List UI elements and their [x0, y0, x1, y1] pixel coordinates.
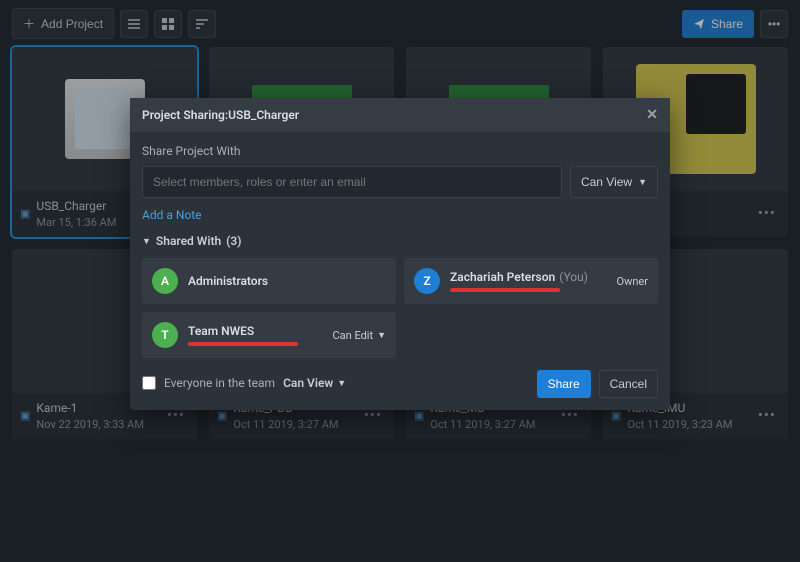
project-sharing-modal: Project Sharing: USB_Charger ✕ Share Pro… [130, 98, 670, 410]
everyone-label: Everyone in the team [164, 376, 275, 390]
chevron-down-icon: ▼ [377, 330, 386, 341]
perm-label: Can View [581, 175, 632, 189]
modal-title-prefix: Project Sharing: [142, 108, 228, 122]
member-name: Zachariah Peterson [450, 270, 555, 284]
modal-overlay: Project Sharing: USB_Charger ✕ Share Pro… [0, 0, 800, 562]
cancel-button[interactable]: Cancel [599, 370, 658, 398]
redacted-text [188, 342, 298, 346]
chevron-down-icon: ▼ [638, 177, 647, 187]
add-note-link[interactable]: Add a Note [142, 208, 202, 222]
chevron-down-icon: ▼ [337, 378, 346, 389]
member-name: Administrators [188, 274, 268, 288]
shared-count: (3) [226, 234, 241, 248]
shared-with-label: Shared With [156, 234, 221, 248]
share-confirm-button[interactable]: Share [537, 370, 591, 398]
modal-header: Project Sharing: USB_Charger ✕ [130, 98, 670, 132]
member-row: Z Zachariah Peterson (You) Owner [404, 258, 658, 304]
shared-with-toggle[interactable]: ▼ Shared With (3) [142, 234, 658, 248]
avatar: T [152, 322, 178, 348]
member-row: A Administrators [142, 258, 396, 304]
redacted-text [450, 288, 560, 292]
avatar: Z [414, 268, 440, 294]
shared-members: A Administrators Z Zachariah Peterson (Y… [142, 258, 658, 358]
modal-title-project: USB_Charger [228, 108, 299, 122]
member-name: Team NWES [188, 324, 254, 338]
member-permission: Owner [617, 275, 648, 288]
member-row: T Team NWES Can Edit ▼ [142, 312, 396, 358]
you-suffix: (You) [559, 270, 588, 284]
share-with-label: Share Project With [142, 144, 658, 158]
member-permission-dropdown[interactable]: Can Edit ▼ [333, 329, 387, 342]
share-input[interactable] [142, 166, 562, 198]
close-icon[interactable]: ✕ [646, 107, 658, 123]
avatar: A [152, 268, 178, 294]
everyone-permission-dropdown[interactable]: Can View ▼ [283, 376, 346, 390]
default-permission-dropdown[interactable]: Can View ▼ [570, 166, 658, 198]
chevron-down-icon: ▼ [142, 236, 151, 247]
everyone-checkbox[interactable] [142, 376, 156, 390]
